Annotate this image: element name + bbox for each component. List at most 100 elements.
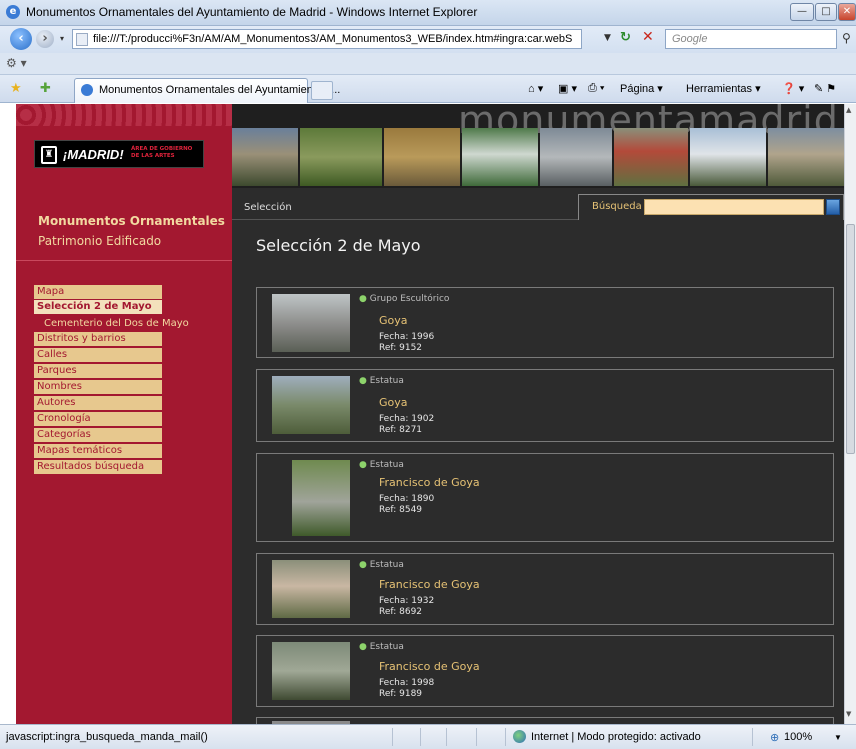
add-favorites-icon[interactable]: ✚: [40, 81, 51, 96]
close-button[interactable]: ✕: [838, 3, 856, 21]
status-divider: [392, 728, 393, 746]
feeds-icon[interactable]: ▣ ▾: [558, 82, 577, 95]
menu-item-categorias[interactable]: Categorías: [34, 428, 162, 442]
monument-name[interactable]: Francisco de Goya: [379, 476, 480, 489]
monument-thumbnail[interactable]: [272, 376, 350, 434]
monument-type: ● Estatua: [359, 376, 404, 386]
list-item[interactable]: ● Estatua Goya Fecha: 1902 Ref: 8271: [256, 369, 834, 442]
submenu-item-cementerio[interactable]: Cementerio del Dos de Mayo: [44, 318, 189, 329]
monument-type: ● Grupo Escultórico: [359, 294, 449, 304]
zoom-dropdown-icon[interactable]: ▼: [834, 733, 842, 742]
bullet-icon: ●: [359, 560, 367, 570]
bullet-icon: ●: [359, 376, 367, 386]
monument-ref: Ref: 8549: [379, 505, 423, 515]
banner-photo-3: [384, 128, 460, 186]
menu-item-mapa[interactable]: Mapa: [34, 285, 162, 299]
banner-photo-4: [462, 128, 538, 186]
list-item[interactable]: ● Estatua Francisco de Goya Fecha: 1998 …: [256, 635, 834, 707]
menu-item-mapas-tematicos[interactable]: Mapas temáticos: [34, 444, 162, 458]
sidebar-subtitle[interactable]: Patrimonio Edificado: [38, 234, 161, 248]
banner-photo-2: [300, 128, 382, 186]
menu-item-cronologia[interactable]: Cronología: [34, 412, 162, 426]
minimize-button[interactable]: —: [790, 3, 814, 21]
status-bar: javascript:ingra_busqueda_manda_mail() I…: [0, 724, 856, 749]
busqueda-submit-icon[interactable]: [826, 199, 840, 215]
refresh-icon[interactable]: ↻: [620, 30, 631, 45]
busqueda-label: Búsqueda: [592, 201, 642, 212]
monument-thumbnail[interactable]: [292, 460, 350, 536]
list-item[interactable]: ● Grupo Escultórico Goya Fecha: 1996 Ref…: [256, 287, 834, 358]
internet-zone-icon: [513, 730, 526, 743]
search-input[interactable]: Google: [665, 29, 837, 49]
banner-photo-7: [690, 128, 766, 186]
pagina-menu[interactable]: Página ▾: [620, 82, 663, 95]
scroll-down-icon[interactable]: ▼: [846, 710, 851, 718]
research-icon[interactable]: ✎ ⚑: [814, 82, 836, 95]
monument-fecha: Fecha: 1996: [379, 332, 435, 342]
print-icon[interactable]: ⎙ ▾: [588, 82, 604, 95]
tab-label: Monumentos Ornamentales del Ayuntamiento…: [99, 84, 341, 96]
address-bar[interactable]: file:///T:/producci%F3n/AM/AM_Monumentos…: [72, 29, 582, 49]
address-dropdown-icon[interactable]: ▼: [604, 33, 611, 43]
monument-fecha: Fecha: 1998: [379, 678, 435, 688]
bullet-icon: ●: [359, 642, 367, 652]
busqueda-input[interactable]: [644, 199, 824, 215]
menu-item-parques[interactable]: Parques: [34, 364, 162, 378]
status-divider: [752, 728, 753, 746]
monument-name[interactable]: Francisco de Goya: [379, 578, 480, 591]
bullet-icon: ●: [359, 460, 367, 470]
search-placeholder: Google: [672, 33, 708, 45]
menu-item-calles[interactable]: Calles: [34, 348, 162, 362]
menu-item-resultados[interactable]: Resultados búsqueda: [34, 460, 162, 474]
scroll-thumb[interactable]: [846, 224, 855, 454]
menu-item-autores[interactable]: Autores: [34, 396, 162, 410]
page-title: Selección 2 de Mayo: [256, 236, 421, 255]
monument-name[interactable]: Goya: [379, 396, 408, 409]
list-item[interactable]: ● Estatua Francisco de Goya Fecha: 1890 …: [256, 453, 834, 542]
monument-name[interactable]: Goya: [379, 314, 408, 327]
search-icon[interactable]: ⚲: [842, 31, 851, 45]
history-dropdown-icon[interactable]: ▾: [60, 34, 64, 43]
maximize-button[interactable]: □: [815, 3, 837, 21]
zoom-icon[interactable]: ⊕: [770, 731, 779, 744]
window-title: Monumentos Ornamentales del Ayuntamiento…: [26, 5, 478, 19]
links-icon[interactable]: ⚙ ▾: [6, 56, 27, 70]
favorites-star-icon[interactable]: ★: [10, 81, 22, 96]
monument-type-label: Grupo Escultórico: [369, 294, 450, 304]
menu-item-distritos[interactable]: Distritos y barrios: [34, 332, 162, 346]
banner-photo-1: [232, 128, 298, 186]
browser-tab[interactable]: Monumentos Ornamentales del Ayuntamiento…: [74, 78, 340, 103]
menu-item-nombres[interactable]: Nombres: [34, 380, 162, 394]
status-divider: [505, 728, 506, 746]
stop-icon[interactable]: ✕: [642, 29, 654, 45]
forward-button[interactable]: ›: [36, 30, 54, 48]
list-item[interactable]: ● Estatua Francisco de Goya Fecha: 1932 …: [256, 553, 834, 625]
back-button[interactable]: ‹: [10, 28, 32, 50]
monument-thumbnail[interactable]: [272, 642, 350, 700]
monument-name[interactable]: Francisco de Goya: [379, 660, 480, 673]
banner-photo-6: [614, 128, 688, 186]
home-icon[interactable]: ⌂ ▾: [528, 82, 543, 95]
monument-type-label: Estatua: [369, 560, 404, 570]
herramientas-menu[interactable]: Herramientas ▾: [686, 82, 761, 95]
links-row: ⚙ ▾: [0, 53, 856, 75]
bullet-icon: ●: [359, 294, 367, 304]
sidebar-title: Monumentos Ornamentales: [38, 214, 225, 228]
monument-fecha: Fecha: 1932: [379, 596, 435, 606]
zoom-level[interactable]: 100%: [784, 731, 812, 743]
scroll-up-icon[interactable]: ▲: [846, 106, 851, 114]
tab-seleccion-label: Selección: [244, 202, 292, 213]
tab-seleccion[interactable]: Selección: [232, 196, 578, 220]
menu-item-seleccion[interactable]: Selección 2 de Mayo: [34, 300, 162, 314]
monument-thumbnail[interactable]: [272, 560, 350, 618]
monument-thumbnail[interactable]: [272, 294, 350, 352]
banner-photo-5: [540, 128, 612, 186]
madrid-logo[interactable]: ♜ ¡MADRID! ÁREA DE GOBIERNO DE LAS ARTES: [34, 140, 204, 168]
new-tab-button[interactable]: [311, 81, 333, 100]
security-zone-text[interactable]: Internet | Modo protegido: activado: [531, 731, 701, 743]
help-icon[interactable]: ❓ ▾: [782, 82, 804, 95]
vertical-scrollbar[interactable]: ▲ ▼: [844, 104, 856, 724]
status-divider: [420, 728, 421, 746]
logo-text: ¡MADRID!: [63, 147, 124, 162]
address-url[interactable]: file:///T:/producci%F3n/AM/AM_Monumentos…: [93, 33, 572, 45]
